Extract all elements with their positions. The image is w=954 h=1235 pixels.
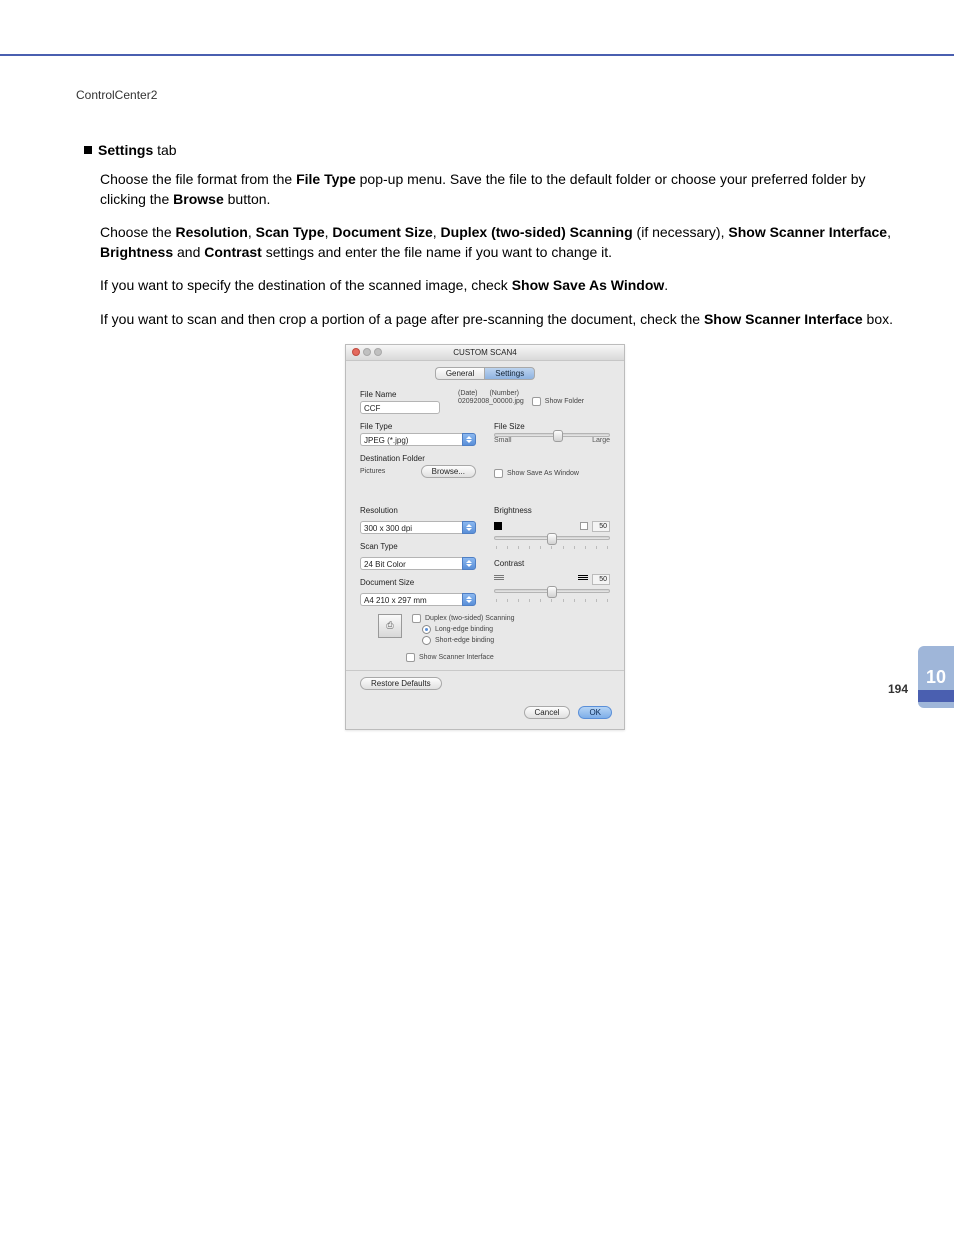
show-folder-checkbox[interactable]: Show Folder <box>532 397 584 406</box>
file-type-label: File Type <box>360 422 476 431</box>
brightness-label: Brightness <box>494 506 610 515</box>
paragraph-3: If you want to specify the destination o… <box>100 276 894 296</box>
file-size-large-label: Large <box>592 437 610 444</box>
dropdown-icon[interactable] <box>462 521 476 534</box>
page-accent <box>918 690 954 702</box>
settings-tab-heading: Settings tab <box>84 142 894 158</box>
page-number: 194 <box>888 682 908 696</box>
scan-type-label: Scan Type <box>360 542 476 551</box>
dialog-titlebar: CUSTOM SCAN4 <box>346 345 624 361</box>
dropdown-icon[interactable] <box>462 593 476 606</box>
close-icon[interactable] <box>352 348 360 356</box>
minimize-icon[interactable] <box>363 348 371 356</box>
duplex-checkbox[interactable]: Duplex (two-sided) Scanning <box>412 614 515 623</box>
contrast-label: Contrast <box>494 559 610 568</box>
contrast-high-icon <box>578 575 588 583</box>
scan-type-select[interactable]: 24 Bit Color <box>360 557 476 570</box>
paragraph-2: Choose the Resolution, Scan Type, Docume… <box>100 223 894 262</box>
top-accent-bar <box>0 0 954 56</box>
generated-filename: 02092008_00000.jpg <box>458 398 524 405</box>
show-save-as-checkbox[interactable]: Show Save As Window <box>494 469 610 478</box>
show-scanner-interface-checkbox[interactable]: Show Scanner Interface <box>406 653 610 662</box>
restore-defaults-button[interactable]: Restore Defaults <box>360 677 442 690</box>
brightness-light-icon <box>580 522 588 530</box>
file-name-input[interactable]: CCF <box>360 401 440 414</box>
brightness-value[interactable]: 50 <box>592 521 610 532</box>
zoom-icon[interactable] <box>374 348 382 356</box>
tab-settings[interactable]: Settings <box>484 367 535 380</box>
destination-folder-label: Destination Folder <box>360 454 476 463</box>
dropdown-icon[interactable] <box>462 557 476 570</box>
ok-button[interactable]: OK <box>578 706 612 719</box>
file-size-slider[interactable] <box>494 433 610 437</box>
contrast-value[interactable]: 50 <box>592 574 610 585</box>
brightness-slider[interactable] <box>494 536 610 540</box>
number-label: (Number) <box>489 390 519 397</box>
long-edge-radio[interactable]: Long-edge binding <box>422 625 515 634</box>
cancel-button[interactable]: Cancel <box>524 706 571 719</box>
date-label: (Date) <box>458 390 477 397</box>
browse-button[interactable]: Browse... <box>421 465 476 478</box>
resolution-label: Resolution <box>360 506 476 515</box>
paragraph-4: If you want to scan and then crop a port… <box>100 310 894 330</box>
brightness-dark-icon <box>494 522 502 530</box>
dialog-tabs: General Settings <box>346 361 624 384</box>
contrast-slider[interactable] <box>494 589 610 593</box>
file-type-select[interactable]: JPEG (*.jpg) <box>360 433 476 446</box>
file-size-label: File Size <box>494 422 610 431</box>
destination-folder-value: Pictures <box>360 468 385 475</box>
file-size-small-label: Small <box>494 437 512 444</box>
custom-scan-dialog: CUSTOM SCAN4 General Settings File Name … <box>345 344 625 730</box>
resolution-select[interactable]: 300 x 300 dpi <box>360 521 476 534</box>
document-size-select[interactable]: A4 210 x 297 mm <box>360 593 476 606</box>
duplex-icon: ⎙ <box>378 614 402 638</box>
file-name-label: File Name <box>360 390 440 399</box>
paragraph-1: Choose the file format from the File Typ… <box>100 170 894 209</box>
dialog-title: CUSTOM SCAN4 <box>453 348 516 357</box>
contrast-low-icon <box>494 575 504 583</box>
document-size-label: Document Size <box>360 578 476 587</box>
window-controls[interactable] <box>352 348 382 356</box>
bullet-square-icon <box>84 146 92 154</box>
tab-general[interactable]: General <box>435 367 484 380</box>
dropdown-icon[interactable] <box>462 433 476 446</box>
short-edge-radio[interactable]: Short-edge binding <box>422 636 515 645</box>
running-header: ControlCenter2 <box>76 88 894 102</box>
